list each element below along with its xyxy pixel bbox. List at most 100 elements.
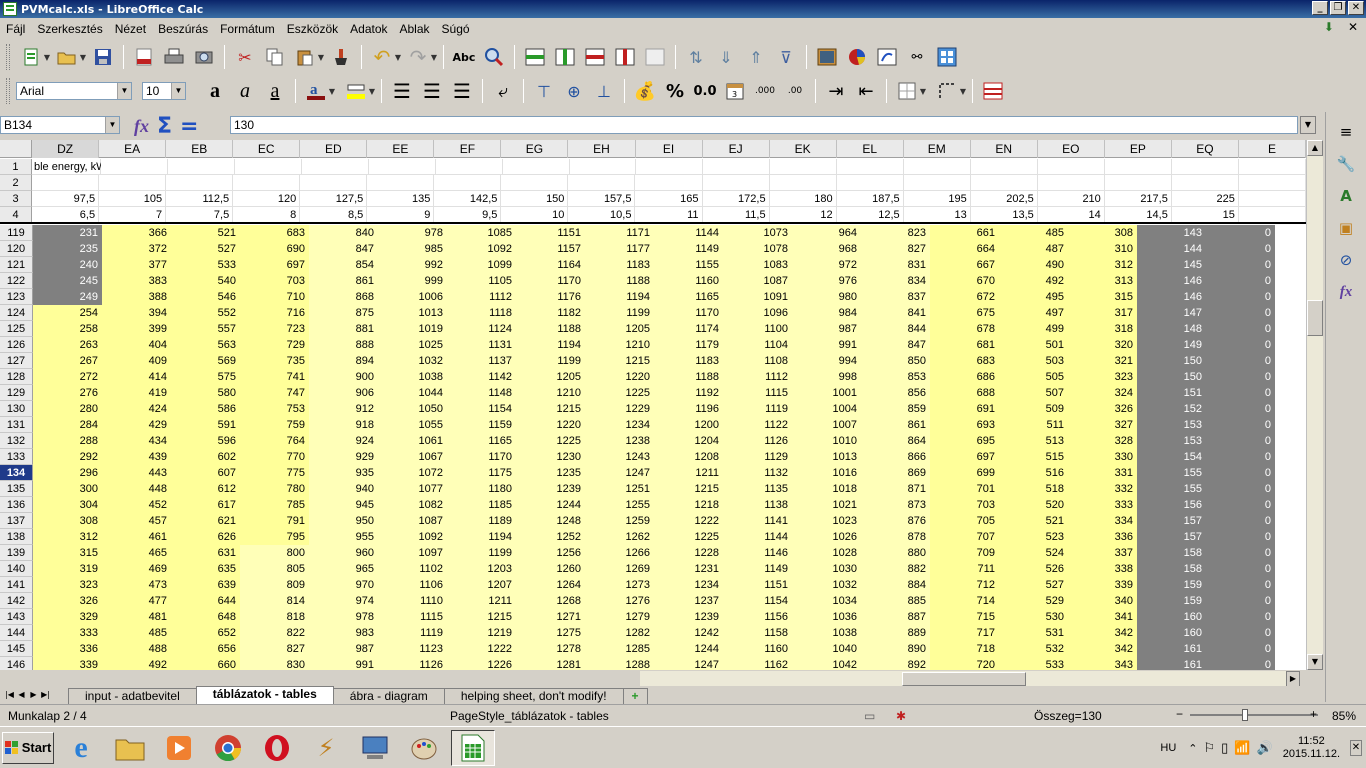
open-folder-icon[interactable]: ▼ (54, 44, 86, 70)
table-cell[interactable]: 0 (1206, 305, 1275, 321)
table-cell[interactable]: 723 (240, 321, 309, 337)
table-cell[interactable]: 1106 (378, 577, 447, 593)
table-cell[interactable]: 12 (769, 207, 837, 223)
table-cell[interactable]: 1162 (723, 657, 792, 670)
table-cell[interactable]: 1144 (654, 225, 723, 241)
row-header[interactable]: 130 (0, 401, 33, 417)
table-cell[interactable]: 691 (930, 401, 999, 417)
table-cell[interactable]: 497 (999, 305, 1068, 321)
tab-input[interactable]: input - adatbevitel (68, 688, 197, 704)
row-header[interactable]: 129 (0, 385, 33, 401)
column-header[interactable]: EL (837, 140, 904, 158)
table-cell[interactable]: 1154 (447, 401, 516, 417)
table-cell[interactable]: 1199 (516, 353, 585, 369)
table-cell[interactable]: 1188 (516, 321, 585, 337)
table-cell[interactable]: 1067 (378, 449, 447, 465)
table-cell[interactable]: 1242 (654, 625, 723, 641)
table-cell[interactable]: 0 (1206, 385, 1275, 401)
table-cell[interactable]: 869 (861, 465, 930, 481)
battery-icon[interactable]: ▯ (1221, 740, 1228, 756)
table-cell[interactable]: 143 (1137, 225, 1206, 241)
table-cell[interactable]: 1199 (585, 305, 654, 321)
table-cell[interactable]: 531 (999, 625, 1068, 641)
first-sheet-button[interactable]: |◀ (4, 688, 15, 702)
table-cell[interactable]: 1138 (723, 497, 792, 513)
table-cell[interactable]: 487 (999, 241, 1068, 257)
table-cell[interactable]: 1129 (723, 449, 792, 465)
table-cell[interactable]: 716 (240, 305, 309, 321)
table-cell[interactable]: 165 (635, 191, 703, 207)
table-cell[interactable]: 180 (769, 191, 837, 207)
table-cell[interactable]: 847 (861, 337, 930, 353)
save-icon[interactable] (90, 44, 116, 70)
table-cell[interactable]: 343 (1068, 657, 1137, 670)
table-cell[interactable]: 1179 (654, 337, 723, 353)
table-cell[interactable]: 157 (1137, 529, 1206, 545)
row-header[interactable]: 140 (0, 561, 33, 577)
table-cell[interactable]: 711 (930, 561, 999, 577)
table-cell[interactable]: 1210 (516, 385, 585, 401)
table-cell[interactable]: 1099 (447, 257, 516, 273)
table-cell[interactable]: 142,5 (434, 191, 502, 207)
table-cell[interactable]: 336 (1068, 529, 1137, 545)
spellcheck-icon[interactable]: Abc (451, 44, 477, 70)
merge-cells-icon[interactable] (642, 44, 668, 70)
table-cell[interactable]: 660 (171, 657, 240, 670)
table-cell[interactable]: 488 (102, 641, 171, 657)
table-cell[interactable]: 834 (861, 273, 930, 289)
table-cell[interactable] (301, 159, 369, 175)
table-cell[interactable]: 157,5 (568, 191, 636, 207)
table-cell[interactable]: 0 (1206, 321, 1275, 337)
scroll-right-button[interactable]: ▶ (1286, 671, 1300, 687)
table-cell[interactable]: 452 (102, 497, 171, 513)
delete-decimal-icon[interactable]: .00 (782, 78, 808, 104)
table-cell[interactable]: 1087 (723, 273, 792, 289)
table-cell[interactable]: 972 (792, 257, 861, 273)
table-cell[interactable]: 814 (240, 593, 309, 609)
minimize-button[interactable]: _ (1312, 1, 1328, 15)
table-cell[interactable]: 1115 (378, 609, 447, 625)
table-cell[interactable]: 837 (861, 289, 930, 305)
table-cell[interactable]: 329 (33, 609, 102, 625)
table-cell[interactable]: 1091 (723, 289, 792, 305)
table-cell[interactable] (99, 175, 167, 191)
table-cell[interactable] (836, 175, 904, 191)
table-cell[interactable]: 160 (1137, 609, 1206, 625)
table-cell[interactable]: 841 (861, 305, 930, 321)
table-cell[interactable]: 861 (861, 417, 930, 433)
row-header[interactable]: 144 (0, 625, 33, 641)
table-cell[interactable]: 1096 (723, 305, 792, 321)
table-cell[interactable]: 1273 (585, 577, 654, 593)
table-cell[interactable]: 840 (309, 225, 378, 241)
table-cell[interactable]: 785 (240, 497, 309, 513)
menu-data[interactable]: Adatok (344, 19, 393, 39)
table-cell[interactable]: 827 (240, 641, 309, 657)
table-cell[interactable]: 1218 (654, 497, 723, 513)
table-cell[interactable]: 720 (930, 657, 999, 670)
table-cell[interactable]: 853 (861, 369, 930, 385)
italic-icon[interactable]: a (232, 78, 258, 104)
table-cell[interactable]: 267 (33, 353, 102, 369)
table-cell[interactable]: 1160 (654, 273, 723, 289)
table-cell[interactable]: 823 (861, 225, 930, 241)
table-cell[interactable]: 683 (930, 353, 999, 369)
table-cell[interactable]: 1112 (723, 369, 792, 385)
table-cell[interactable]: 1026 (792, 529, 861, 545)
table-cell[interactable]: 0 (1206, 433, 1275, 449)
table-cell[interactable]: 830 (240, 657, 309, 670)
table-cell[interactable]: 912 (309, 401, 378, 417)
column-icon[interactable] (552, 44, 578, 70)
table-cell[interactable]: 667 (930, 257, 999, 273)
table-cell[interactable]: 148 (1137, 321, 1206, 337)
row-header[interactable]: 132 (0, 433, 33, 449)
table-cell[interactable]: 701 (930, 481, 999, 497)
table-cell[interactable]: 974 (309, 593, 378, 609)
table-cell[interactable]: 575 (171, 369, 240, 385)
table-cell[interactable]: 187,5 (836, 191, 904, 207)
table-cell[interactable]: 844 (861, 321, 930, 337)
border-style-icon[interactable]: ▼ (934, 78, 966, 104)
table-cell[interactable]: 894 (309, 353, 378, 369)
table-cell[interactable]: 1238 (585, 433, 654, 449)
table-cell[interactable]: 1259 (585, 513, 654, 529)
delete-column-icon[interactable] (612, 44, 638, 70)
